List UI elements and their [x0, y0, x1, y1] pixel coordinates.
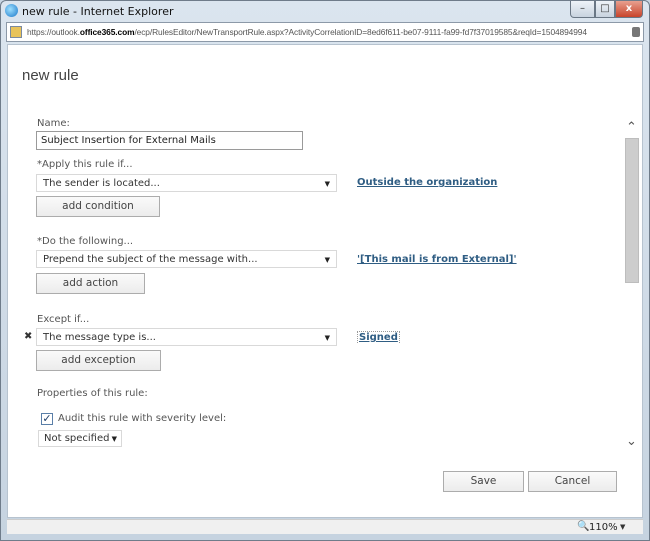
page-icon [10, 26, 22, 38]
properties-label: Properties of this rule: [37, 388, 148, 399]
url-text: https://outlook.office365.com/ecp/RulesE… [27, 27, 625, 37]
apply-label: *Apply this rule if... [37, 159, 133, 170]
url-path: /ecp/RulesEditor/NewTransportRule.aspx?A… [134, 27, 587, 37]
severity-select[interactable]: Not specified ▼ [38, 430, 122, 447]
maximize-button[interactable]: □ [595, 1, 615, 18]
condition-value-link[interactable]: Outside the organization [357, 177, 497, 188]
scroll-down-icon[interactable]: ⌄ [626, 434, 637, 449]
condition-select-value: The sender is located... [43, 178, 160, 189]
condition-select[interactable]: The sender is located... ▼ [36, 174, 337, 192]
add-action-button[interactable]: add action [36, 273, 145, 294]
dropdown-arrow-icon: ▼ [324, 180, 330, 188]
action-select[interactable]: Prepend the subject of the message with.… [36, 250, 337, 268]
dropdown-arrow-icon: ▼ [324, 334, 330, 342]
add-exception-button[interactable]: add exception [36, 350, 161, 371]
page-title: new rule [22, 67, 79, 84]
action-select-value: Prepend the subject of the message with.… [43, 254, 258, 265]
status-bar [7, 519, 643, 534]
zoom-level[interactable]: 110% [589, 522, 618, 533]
minimize-button[interactable]: – [570, 1, 595, 18]
exception-value-link[interactable]: Signed [357, 331, 400, 343]
lock-icon [632, 27, 640, 37]
scroll-up-icon[interactable]: ⌃ [626, 120, 637, 135]
exception-select-value: The message type is... [43, 332, 156, 343]
action-label: *Do the following... [37, 236, 134, 247]
address-bar[interactable]: https://outlook.office365.com/ecp/RulesE… [6, 22, 644, 42]
save-button[interactable]: Save [443, 471, 524, 492]
dropdown-arrow-icon: ▼ [324, 256, 330, 264]
exception-select[interactable]: The message type is... ▼ [36, 328, 337, 346]
zoom-dropdown-icon[interactable]: ▼ [620, 523, 625, 531]
scrollbar-thumb[interactable] [625, 138, 639, 283]
zoom-icon: 🔍 [577, 521, 590, 532]
cancel-button[interactable]: Cancel [528, 471, 617, 492]
window-title: new rule - Internet Explorer [22, 5, 174, 18]
action-value-link[interactable]: '[This mail is from External]' [357, 254, 517, 265]
severity-select-value: Not specified [44, 433, 110, 444]
audit-checkbox[interactable]: ✓ [41, 413, 53, 425]
except-label: Except if... [37, 314, 90, 325]
add-condition-button[interactable]: add condition [36, 196, 160, 217]
name-label: Name: [37, 118, 70, 129]
dropdown-arrow-icon: ▼ [111, 435, 117, 443]
internet-explorer-icon [5, 4, 18, 17]
name-input[interactable]: Subject Insertion for External Mails [36, 131, 303, 150]
url-domain: office365.com [79, 27, 135, 37]
url-prefix: https://outlook. [27, 27, 80, 37]
remove-exception-icon[interactable]: ✖ [24, 331, 32, 342]
close-button[interactable]: x [615, 1, 643, 18]
audit-label: Audit this rule with severity level: [58, 413, 227, 424]
